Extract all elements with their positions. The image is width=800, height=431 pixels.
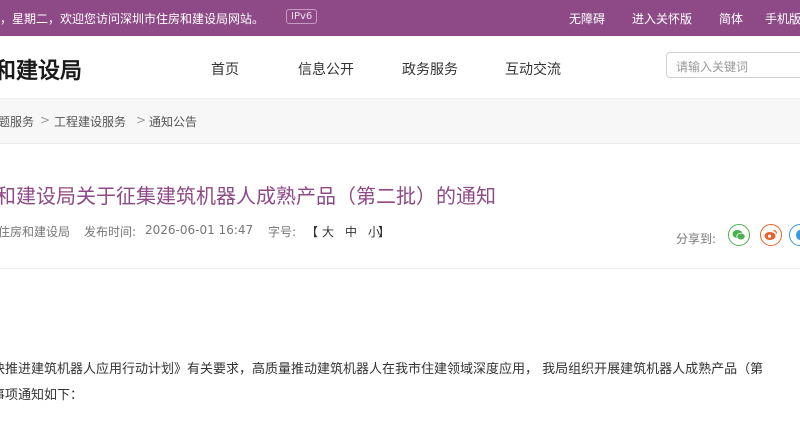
nav-home[interactable]: 首页 xyxy=(211,59,239,79)
ipv6-badge: IPv6 xyxy=(286,9,318,24)
body-paragraph-1: 块推进建筑机器人应用行动计划》有关要求，高质量推动建筑机器人在我市住建领域深度应… xyxy=(0,362,764,377)
breadcrumb-item-notices[interactable]: 通知公告 xyxy=(149,113,197,130)
breadcrumb-item-engineering-services[interactable]: 工程建设服务 xyxy=(54,113,126,130)
font-size-bracket-close: 】 xyxy=(378,225,391,239)
top-bar: ，星期二，欢迎您访问深圳市住房和建设局网站。 IPv6 无障碍 进入关怀版 简体… xyxy=(0,0,800,36)
font-size-label: 字号: xyxy=(268,225,297,239)
article-title: 和建设局关于征集建筑机器人成熟产品（第二批）的通知 xyxy=(0,184,496,208)
simplified-chinese-link[interactable]: 简体 xyxy=(719,10,743,27)
mobile-version-link[interactable]: 手机版 xyxy=(765,10,800,27)
welcome-text: ，星期二，欢迎您访问深圳市住房和建设局网站。 xyxy=(0,12,265,26)
font-size-bracket-open: 【 xyxy=(306,225,319,239)
share-label: 分享到: xyxy=(676,232,717,246)
nav-interaction[interactable]: 互动交流 xyxy=(505,59,561,79)
font-size-medium[interactable]: 中 xyxy=(345,223,357,240)
content-divider xyxy=(0,268,800,269)
article-source: 住房和建设局 xyxy=(0,225,71,239)
breadcrumb-separator: > xyxy=(136,113,147,127)
nav-government-services[interactable]: 政务服务 xyxy=(402,59,458,79)
qq-icon[interactable] xyxy=(789,224,800,246)
font-size-large[interactable]: 大 xyxy=(322,223,334,240)
publish-time-label: 发布时间: xyxy=(84,225,137,239)
search-input[interactable]: 请输入关键词 xyxy=(666,52,800,78)
wechat-icon[interactable] xyxy=(728,224,750,246)
publish-time: 2026-06-01 16:47 xyxy=(145,223,254,237)
breadcrumb-separator: > xyxy=(40,113,51,127)
site-logo[interactable]: 和建设局 xyxy=(0,53,82,85)
body-paragraph-2: 事项通知如下： xyxy=(0,388,84,403)
weibo-icon[interactable] xyxy=(760,224,782,246)
care-mode-link[interactable]: 进入关怀版 xyxy=(632,10,692,27)
nav-info-disclosure[interactable]: 信息公开 xyxy=(298,59,354,79)
accessibility-link[interactable]: 无障碍 xyxy=(569,10,605,27)
breadcrumb-item-topic-services[interactable]: 题服务 xyxy=(0,113,34,130)
